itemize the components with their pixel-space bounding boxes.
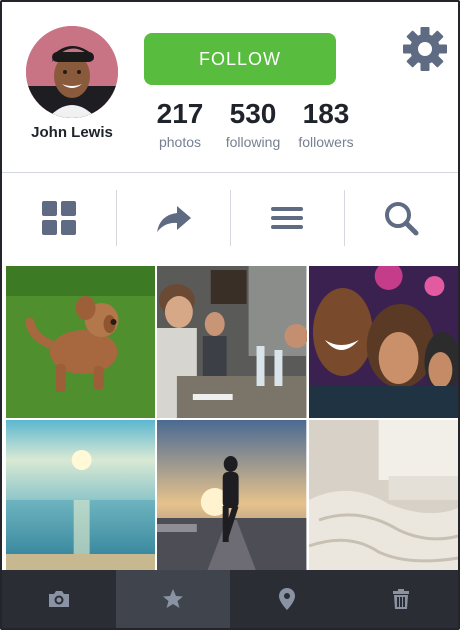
stat-photos-label: photos [158,134,202,150]
view-toolbar [2,174,458,262]
stat-photos-count: 217 [156,98,204,129]
header-divider [2,172,458,173]
search-button[interactable] [344,174,458,262]
search-icon [385,202,419,236]
camera-button[interactable] [2,570,116,628]
list-view-icon [271,207,303,229]
share-icon [157,206,191,232]
bottom-bar [2,570,458,628]
trash-icon [393,589,409,609]
photo-friends-dining[interactable] [157,266,307,418]
grid-view-icon [42,201,76,235]
grid-view-button[interactable] [2,174,116,262]
photo-dog-on-grass[interactable] [6,266,156,418]
star-icon [163,589,183,608]
stat-following-count: 530 [229,98,277,129]
share-button[interactable] [116,174,230,262]
stat-followers[interactable]: 183 followers [290,98,362,150]
stat-following-label: following [225,134,281,150]
stat-followers-label: followers [298,134,354,150]
profile-header: John Lewis FOLLOW 217 photos 530 followi… [2,2,458,172]
stat-followers-count: 183 [302,98,350,129]
delete-button[interactable] [344,570,458,628]
photo-grid [6,266,458,572]
stat-photos[interactable]: 217 photos [144,98,216,150]
username: John Lewis [31,124,113,141]
list-view-button[interactable] [230,174,344,262]
photo-friends-selfie[interactable] [308,266,458,418]
photo-unmade-bed[interactable] [308,420,458,572]
camera-icon [49,591,69,607]
follow-button[interactable]: FOLLOW [144,33,336,85]
location-button[interactable] [230,570,344,628]
avatar[interactable] [26,26,118,118]
profile-screen: John Lewis FOLLOW 217 photos 530 followi… [0,0,460,630]
favorites-button[interactable] [116,570,230,628]
gear-icon[interactable] [400,24,450,74]
stat-following[interactable]: 530 following [217,98,289,150]
profile-stats: 217 photos 530 following 183 followers [144,98,362,150]
photo-runner-at-sunset[interactable] [157,420,307,572]
avatar-image [26,26,118,118]
photo-sunset-sea[interactable] [6,420,156,572]
location-pin-icon [279,588,295,610]
